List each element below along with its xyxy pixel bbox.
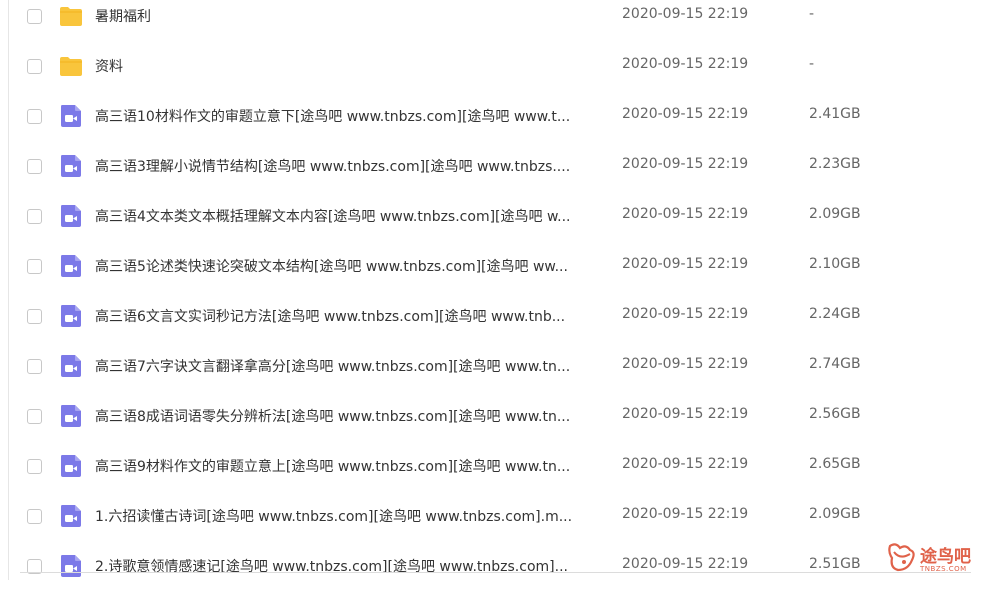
file-name[interactable]: 暑期福利 (95, 6, 603, 26)
row-checkbox[interactable] (27, 359, 42, 374)
file-name[interactable]: 高三语9材料作文的审题立意上[途鸟吧 www.tnbzs.com][途鸟吧 ww… (95, 456, 603, 476)
file-row[interactable]: 高三语5论述类快速论突破文本结构[途鸟吧 www.tnbzs.com][途鸟吧 … (0, 250, 991, 300)
file-name[interactable]: 1.六招读懂古诗词[途鸟吧 www.tnbzs.com][途鸟吧 www.tnb… (95, 506, 603, 526)
video-file-icon (61, 255, 81, 277)
file-date: 2020-09-15 22:19 (622, 106, 749, 122)
row-checkbox[interactable] (27, 109, 42, 124)
file-name[interactable]: 高三语10材料作文的审题立意下[途鸟吧 www.tnbzs.com][途鸟吧 w… (95, 106, 603, 126)
file-row[interactable]: 暑期福利 2020-09-15 22:19 - (0, 0, 991, 50)
file-size: - (809, 6, 815, 22)
video-file-icon (61, 555, 81, 577)
file-size: 2.74GB (809, 356, 861, 372)
file-size: 2.23GB (809, 156, 861, 172)
video-file-icon (61, 405, 81, 427)
file-size: 2.09GB (809, 206, 861, 222)
watermark-logo: 途鸟吧 TNBZS.COM (886, 540, 986, 580)
bottom-divider (20, 572, 971, 573)
file-size: 2.51GB (809, 556, 861, 572)
file-date: 2020-09-15 22:19 (622, 406, 749, 422)
file-row[interactable]: 高三语3理解小说情节结构[途鸟吧 www.tnbzs.com][途鸟吧 www.… (0, 150, 991, 200)
watermark-subtext: TNBZS.COM (920, 565, 967, 573)
file-size: - (809, 56, 815, 72)
row-checkbox[interactable] (27, 509, 42, 524)
bird-logo-icon (888, 543, 915, 572)
file-name[interactable]: 高三语8成语词语零失分辨析法[途鸟吧 www.tnbzs.com][途鸟吧 ww… (95, 406, 603, 426)
file-size: 2.65GB (809, 456, 861, 472)
file-row[interactable]: 1.六招读懂古诗词[途鸟吧 www.tnbzs.com][途鸟吧 www.tnb… (0, 500, 991, 550)
file-date: 2020-09-15 22:19 (622, 256, 749, 272)
row-checkbox[interactable] (27, 459, 42, 474)
file-list: 暑期福利 2020-09-15 22:19 - 资料 2020-09-15 22:19 -… (0, 0, 991, 580)
file-date: 2020-09-15 22:19 (622, 556, 749, 572)
file-row[interactable]: 高三语4文本类文本概括理解文本内容[途鸟吧 www.tnbzs.com][途鸟吧… (0, 200, 991, 250)
file-date: 2020-09-15 22:19 (622, 456, 749, 472)
video-file-icon (61, 305, 81, 327)
file-name[interactable]: 高三语3理解小说情节结构[途鸟吧 www.tnbzs.com][途鸟吧 www.… (95, 156, 603, 176)
file-date: 2020-09-15 22:19 (622, 206, 749, 222)
file-row[interactable]: 资料 2020-09-15 22:19 - (0, 50, 991, 100)
file-size: 2.10GB (809, 256, 861, 272)
video-file-icon (61, 105, 81, 127)
file-row[interactable]: 高三语7六字诀文言翻译拿高分[途鸟吧 www.tnbzs.com][途鸟吧 ww… (0, 350, 991, 400)
row-checkbox[interactable] (27, 309, 42, 324)
file-size: 2.24GB (809, 306, 861, 322)
row-checkbox[interactable] (27, 409, 42, 424)
row-checkbox[interactable] (27, 59, 42, 74)
folder-icon (60, 7, 82, 26)
video-file-icon (61, 355, 81, 377)
file-name[interactable]: 高三语4文本类文本概括理解文本内容[途鸟吧 www.tnbzs.com][途鸟吧… (95, 206, 603, 226)
row-checkbox[interactable] (27, 159, 42, 174)
video-file-icon (61, 455, 81, 477)
file-date: 2020-09-15 22:19 (622, 156, 749, 172)
video-file-icon (61, 155, 81, 177)
file-name[interactable]: 2.诗歌意领情感速记[途鸟吧 www.tnbzs.com][途鸟吧 www.tn… (95, 556, 603, 576)
folder-icon (60, 57, 82, 76)
file-date: 2020-09-15 22:19 (622, 56, 749, 72)
file-row[interactable]: 2.诗歌意领情感速记[途鸟吧 www.tnbzs.com][途鸟吧 www.tn… (0, 550, 991, 600)
watermark-text: 途鸟吧 (920, 547, 971, 567)
video-file-icon (61, 505, 81, 527)
file-name[interactable]: 高三语6文言文实词秒记方法[途鸟吧 www.tnbzs.com][途鸟吧 www… (95, 306, 603, 326)
file-date: 2020-09-15 22:19 (622, 306, 749, 322)
row-checkbox[interactable] (27, 9, 42, 24)
row-checkbox[interactable] (27, 259, 42, 274)
file-row[interactable]: 高三语9材料作文的审题立意上[途鸟吧 www.tnbzs.com][途鸟吧 ww… (0, 450, 991, 500)
row-checkbox[interactable] (27, 209, 42, 224)
file-name[interactable]: 高三语5论述类快速论突破文本结构[途鸟吧 www.tnbzs.com][途鸟吧 … (95, 256, 603, 276)
file-row[interactable]: 高三语8成语词语零失分辨析法[途鸟吧 www.tnbzs.com][途鸟吧 ww… (0, 400, 991, 450)
file-size: 2.41GB (809, 106, 861, 122)
file-size: 2.56GB (809, 406, 861, 422)
file-name[interactable]: 高三语7六字诀文言翻译拿高分[途鸟吧 www.tnbzs.com][途鸟吧 ww… (95, 356, 603, 376)
file-date: 2020-09-15 22:19 (622, 356, 749, 372)
video-file-icon (61, 205, 81, 227)
file-date: 2020-09-15 22:19 (622, 506, 749, 522)
file-row[interactable]: 高三语6文言文实词秒记方法[途鸟吧 www.tnbzs.com][途鸟吧 www… (0, 300, 991, 350)
file-row[interactable]: 高三语10材料作文的审题立意下[途鸟吧 www.tnbzs.com][途鸟吧 w… (0, 100, 991, 150)
file-name[interactable]: 资料 (95, 56, 603, 76)
file-size: 2.09GB (809, 506, 861, 522)
file-date: 2020-09-15 22:19 (622, 6, 749, 22)
